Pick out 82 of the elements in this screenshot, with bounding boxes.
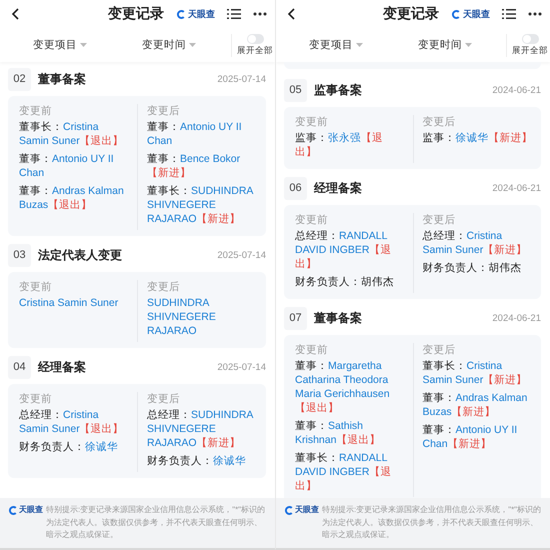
column-label: 变更后 <box>422 213 456 227</box>
column-label: 变更前 <box>19 104 53 118</box>
entry-text: 董事：Antonio UY II Chan【新进】 <box>422 423 518 451</box>
entry-text: 董事：Margaretha Catharina Theodora Maria Gerichhausen 【退出】 <box>295 359 391 415</box>
entry-text: SUDHINDRA SHIVNEGERE RAJARAO <box>147 296 217 338</box>
filter-dropdown[interactable]: 变更时间 <box>142 38 196 52</box>
record-date: 2024-06-21 <box>492 182 541 194</box>
record-title: 董事备案 <box>38 70 86 88</box>
record-title: 法定代表人变更 <box>38 246 122 264</box>
filter-dropdown[interactable]: 变更项目 <box>309 38 363 52</box>
entry-text: 董事长：Cristina Samin Suner【退出】 <box>19 120 125 148</box>
entry-text: 总经理：SUDHINDRA SHIVNEGERE RAJARAO【新进】 <box>147 408 254 450</box>
entry-text: 总经理：Cristina Samin Suner【退出】 <box>19 408 125 436</box>
logo-icon <box>451 8 462 20</box>
entry-text: 财务负责人：徐诚华 <box>19 440 119 454</box>
record-date: 2025-07-14 <box>217 74 266 84</box>
toggle-label: 展开全部 <box>512 44 548 56</box>
entry-text: 董事长：RANDALL DAVID INGBER【退出】 <box>295 451 392 493</box>
caret-icon <box>465 43 472 47</box>
more-icon[interactable] <box>528 12 542 16</box>
entry-text: 董事：Bence Bokor 【新进】 <box>147 152 242 180</box>
toggle-switch[interactable] <box>522 34 538 44</box>
entry-text: Cristina Samin Suner <box>19 296 120 310</box>
filter-dropdown[interactable]: 变更时间 <box>418 38 472 52</box>
column-label: 变更后 <box>147 392 181 406</box>
column-label: 变更前 <box>19 280 53 294</box>
entry-text: 董事：Andras Kalman Buzas【退出】 <box>19 184 125 212</box>
entry-text: 董事：Andras Kalman Buzas【新进】 <box>422 391 528 419</box>
more-icon[interactable] <box>253 12 267 16</box>
record-number: 03 <box>8 244 31 266</box>
record-date: 2024-06-21 <box>492 84 541 96</box>
record-title: 监事备案 <box>314 82 362 98</box>
entry-text: 董事长：SUDHINDRA SHIVNEGERE RAJARAO【新进】 <box>147 184 254 226</box>
entry-text: 董事长：Cristina Samin Suner【新进】 <box>422 359 528 387</box>
entry-text: 总经理：Cristina Samin Suner【新进】 <box>422 229 528 257</box>
record-title: 董事备案 <box>314 310 362 326</box>
column-label: 变更前 <box>295 343 329 357</box>
filter-dropdown[interactable]: 变更项目 <box>33 38 87 52</box>
column-label: 变更后 <box>422 115 456 129</box>
record-number: 05 <box>284 78 307 102</box>
record-number: 06 <box>284 176 307 200</box>
column-label: 变更后 <box>147 280 181 294</box>
entry-text: 监事：徐诚华【新进】 <box>422 131 533 145</box>
entry-text: 财务负责人：胡伟杰 <box>422 261 522 275</box>
toggle-switch[interactable] <box>246 34 264 44</box>
record-date: 2025-07-14 <box>217 362 266 372</box>
record-date: 2024-06-21 <box>492 312 541 324</box>
record-title: 经理备案 <box>314 180 362 196</box>
column-label: 变更前 <box>295 115 329 129</box>
list-icon[interactable] <box>502 8 516 20</box>
logo-icon <box>176 8 187 20</box>
entry-text: 财务负责人：徐诚华 <box>147 454 247 468</box>
column-label: 变更后 <box>147 104 181 118</box>
disclaimer-text: 特别提示:变更记录来源国家企业信用信息公示系统，"*"标识的为法定代表人。该数据仅供参考，并不代表天眼查任何明示、暗示之观点或保证。 <box>46 504 266 541</box>
caret-icon <box>80 43 87 47</box>
logo-icon <box>284 504 295 516</box>
entry-text: 监事：张永强【退出】 <box>295 131 384 159</box>
column-label: 变更前 <box>19 392 53 406</box>
caret-icon <box>356 43 363 47</box>
page-title: 变更记录 <box>108 5 164 23</box>
brand-logo: 天眼查 <box>284 504 319 516</box>
column-label: 变更前 <box>295 213 329 227</box>
page-title: 变更记录 <box>383 5 439 23</box>
record-number: 04 <box>8 356 31 378</box>
entry-text: 董事：Antonio UY II Chan <box>19 152 115 180</box>
record-date: 2025-07-14 <box>217 250 266 260</box>
logo-icon <box>8 504 19 516</box>
toggle-label: 展开全部 <box>237 44 273 56</box>
brand-logo[interactable]: 天眼查 <box>176 8 215 20</box>
entry-text: 董事：Sathish Krishnan【退出】 <box>295 419 382 447</box>
entry-text: 财务负责人：胡伟杰 <box>295 275 395 289</box>
column-label: 变更后 <box>422 343 456 357</box>
record-number: 02 <box>8 68 31 90</box>
record-title: 经理备案 <box>38 358 86 376</box>
list-icon[interactable] <box>227 8 241 20</box>
caret-icon <box>189 43 196 47</box>
brand-logo[interactable]: 天眼查 <box>451 8 490 20</box>
brand-logo: 天眼查 <box>8 504 43 516</box>
entry-text: 总经理：RANDALL DAVID INGBER【退出】 <box>295 229 392 271</box>
entry-text: 董事：Antonio UY II Chan <box>147 120 243 148</box>
record-number: 07 <box>284 306 307 330</box>
disclaimer-text: 特别提示:变更记录来源国家企业信用信息公示系统，"*"标识的为法定代表人。该数据仅供参考，并不代表天眼查任何明示、暗示之观点或保证。 <box>322 504 542 541</box>
